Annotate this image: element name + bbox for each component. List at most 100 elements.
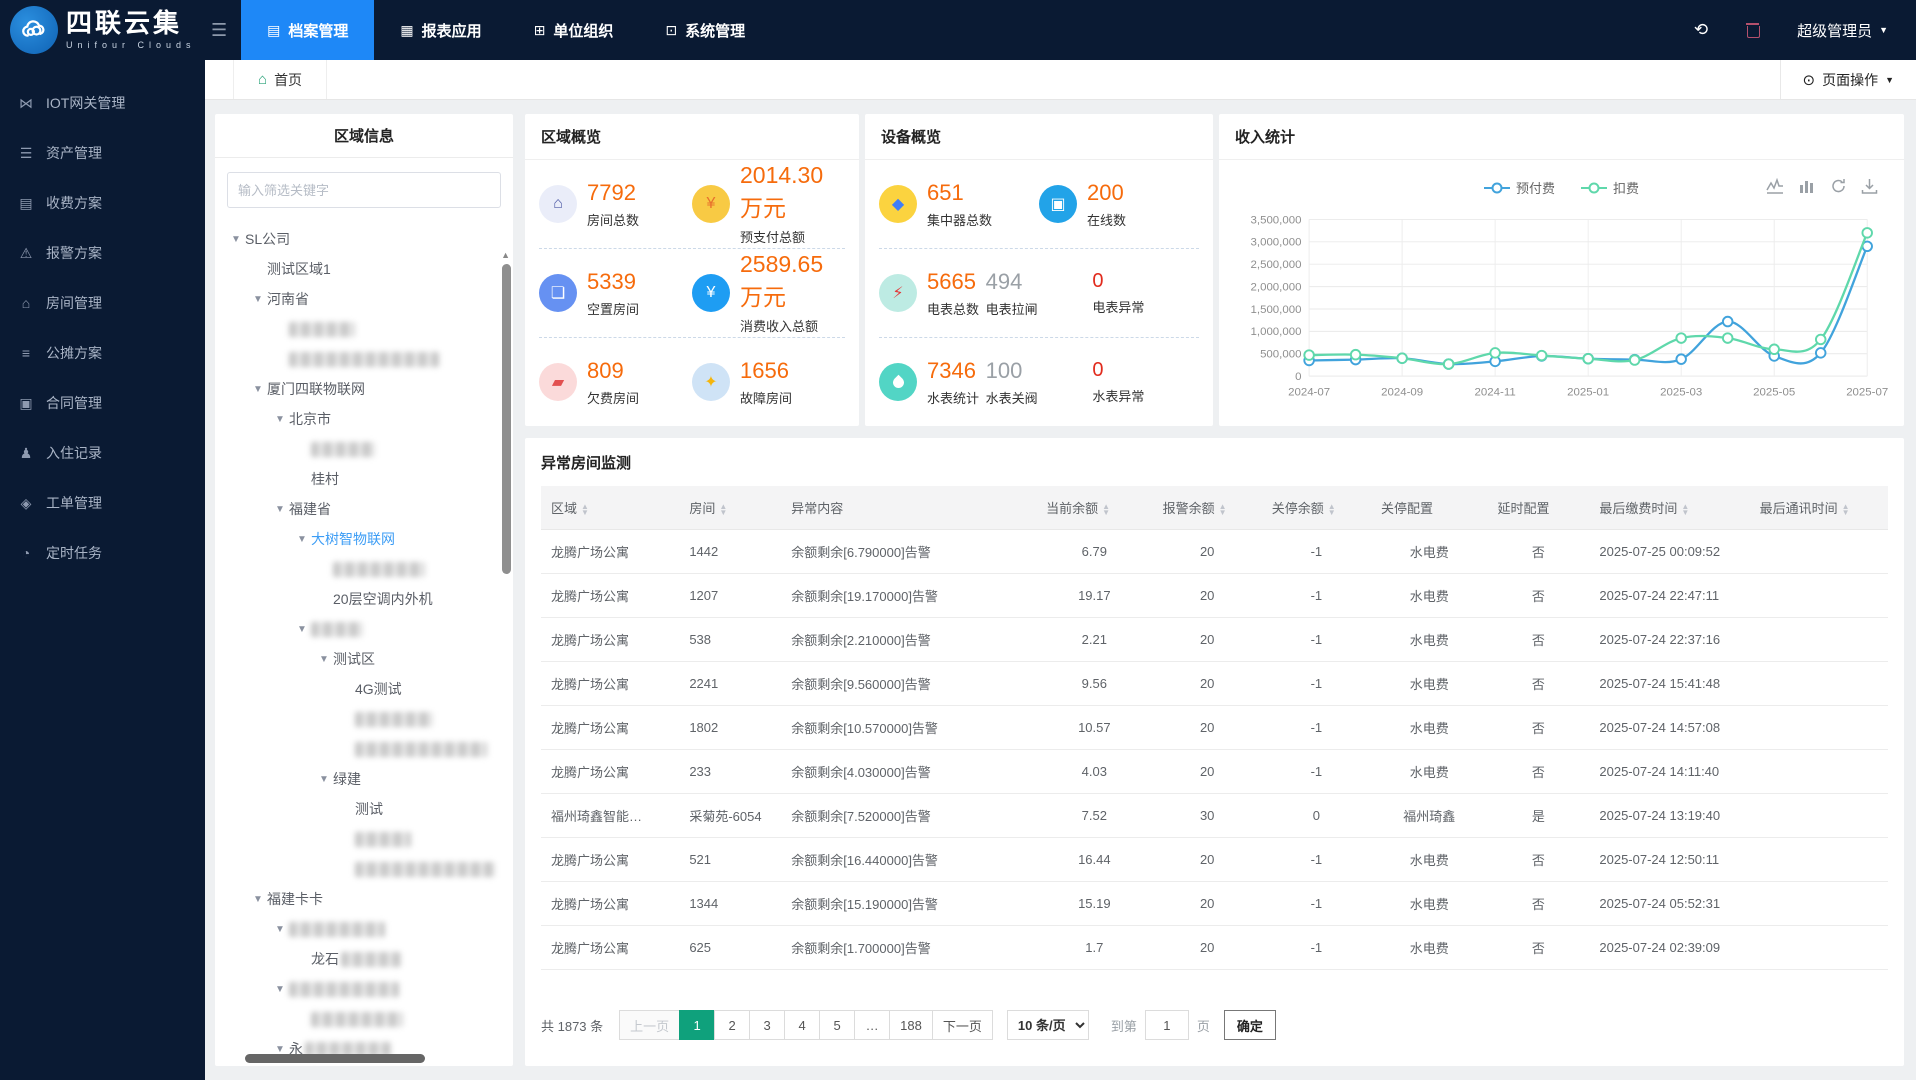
tree-node[interactable]: 测试 [219,794,513,824]
tree-node[interactable] [219,824,513,854]
sidebar-item-contract[interactable]: ▣ 合同管理 [0,378,205,428]
tree-node[interactable]: ▼ 福建省 [219,494,513,524]
nav-item-org[interactable]: ⊞ 单位组织 [508,0,640,60]
tree-node[interactable]: 测试区域1 [219,254,513,284]
tab-home[interactable]: ⌂ 首页 [233,60,328,99]
column-header-报警余额[interactable]: 报警余额 ▲ ▼ [1152,486,1262,530]
tree-expand-caret-icon[interactable]: ▼ [271,504,289,515]
tree-expand-caret-icon[interactable]: ▼ [271,1044,289,1055]
tree-node[interactable]: 桂村 [219,464,513,494]
chart-download-icon[interactable] [1861,178,1878,194]
tree-node[interactable] [219,1064,513,1066]
tree-node[interactable]: ▼ [219,614,513,644]
nav-item-archive[interactable]: ▤ 档案管理 [241,0,375,60]
page-size-select[interactable]: 10 条/页 [1006,1010,1089,1040]
page-button-5[interactable]: 5 [819,1010,856,1040]
tree-filter-input[interactable] [227,172,501,208]
tree-node[interactable]: ▼ 测试区 [219,644,513,674]
tree-node[interactable]: ▼ SL公司 [219,224,513,254]
tree-node[interactable]: ▼ 河南省 [219,284,513,314]
column-header-延时配置[interactable]: 延时配置 [1487,486,1590,530]
tree-expand-caret-icon[interactable]: ▼ [249,894,267,905]
tree-node[interactable]: ▼ 厦门四联物联网 [219,374,513,404]
sort-icon[interactable]: ▲ ▼ [1681,502,1689,516]
tree-node[interactable] [219,314,513,344]
column-header-异常内容[interactable]: 异常内容 [781,486,1037,530]
tree-node[interactable]: ▼ [219,914,513,944]
tree-node[interactable] [219,854,513,884]
column-header-关停配置[interactable]: 关停配置 [1370,486,1488,530]
vertical-scrollbar[interactable] [502,264,511,574]
sidebar-item-alarm[interactable]: ⚠ 报警方案 [0,228,205,278]
tree-expand-caret-icon[interactable]: ▼ [315,774,333,785]
tree-node[interactable] [219,1004,513,1034]
next-page-button[interactable]: 下一页 [931,1010,993,1040]
refresh-icon[interactable]: ⟲ [1694,20,1708,40]
tree-expand-caret-icon[interactable]: ▼ [315,654,333,665]
sidebar-item-share[interactable]: ≡ 公摊方案 [0,328,205,378]
page-button-3[interactable]: 3 [749,1010,786,1040]
page-actions-button[interactable]: ⊙ 页面操作 ▼ [1779,60,1916,99]
sort-icon[interactable]: ▲ ▼ [581,502,589,516]
tree-node[interactable]: 20层空调内外机 [219,584,513,614]
column-header-当前余额[interactable]: 当前余额 ▲ ▼ [1036,486,1153,530]
user-menu[interactable]: 超级管理员 ▼ [1797,20,1888,41]
sidebar-item-checkin[interactable]: ♟ 入住记录 [0,428,205,478]
tree-node[interactable] [219,734,513,764]
tree-node[interactable]: ▼ 福建卡卡 [219,884,513,914]
tree-expand-caret-icon[interactable]: ▼ [293,624,311,635]
legend-item-预付费[interactable]: 预付费 [1483,178,1555,197]
tree-node[interactable]: ▼ 北京市 [219,404,513,434]
collapse-sidebar-icon[interactable]: ☰ [211,20,227,41]
page-button-188[interactable]: 188 [889,1010,933,1040]
sidebar-item-iot-gateway[interactable]: ⋈ IOT网关管理 [0,78,205,128]
sidebar-item-fee[interactable]: ▤ 收费方案 [0,178,205,228]
column-header-关停余额[interactable]: 关停余额 ▲ ▼ [1261,486,1371,530]
tree-node[interactable]: ▼ 绿建 [219,764,513,794]
nav-item-report[interactable]: ▦ 报表应用 [374,0,507,60]
chart-refresh-icon[interactable] [1830,178,1847,194]
page-button-2[interactable]: 2 [714,1010,751,1040]
tree-expand-caret-icon[interactable]: ▼ [271,984,289,995]
tree-node[interactable] [219,434,513,464]
page-button-1[interactable]: 1 [679,1010,716,1040]
sort-icon[interactable]: ▲ ▼ [1842,502,1850,516]
tree-expand-caret-icon[interactable]: ▼ [271,924,289,935]
legend-item-扣费[interactable]: 扣费 [1581,178,1639,197]
tree-expand-caret-icon[interactable]: ▼ [249,294,267,305]
horizontal-scrollbar[interactable] [245,1054,425,1063]
column-header-区域[interactable]: 区域 ▲ ▼ [541,486,680,530]
page-button-4[interactable]: 4 [784,1010,821,1040]
bar-chart-toggle-icon[interactable] [1798,178,1816,194]
sidebar-item-asset[interactable]: ☰ 资产管理 [0,128,205,178]
sidebar-item-room[interactable]: ⌂ 房间管理 [0,278,205,328]
sort-icon[interactable]: ▲ ▼ [1102,502,1110,516]
tree-node[interactable] [219,554,513,584]
goto-page-input[interactable] [1144,1010,1189,1040]
tree-node[interactable] [219,704,513,734]
column-header-最后缴费时间[interactable]: 最后缴费时间 ▲ ▼ [1589,486,1750,530]
tree-expand-caret-icon[interactable]: ▼ [249,384,267,395]
tree-expand-caret-icon[interactable]: ▼ [271,414,289,425]
tree-node[interactable]: 4G测试 [219,674,513,704]
column-header-房间[interactable]: 房间 ▲ ▼ [679,486,782,530]
sidebar-item-timer[interactable]: ◔ 定时任务 [0,528,205,578]
goto-confirm-button[interactable]: 确定 [1223,1010,1276,1040]
trash-icon[interactable] [1746,23,1761,38]
tree-expand-caret-icon[interactable]: ▼ [293,534,311,545]
tree-node[interactable] [219,344,513,374]
scroll-up-arrow-icon[interactable]: ▲ [501,250,510,260]
sort-icon[interactable]: ▲ ▼ [1328,502,1336,516]
line-chart-toggle-icon[interactable] [1766,178,1784,194]
tree-expand-caret-icon[interactable]: ▼ [227,234,245,245]
sort-icon[interactable]: ▲ ▼ [1219,502,1227,516]
tree-node[interactable]: ▼ 大树智物联网 [219,524,513,554]
tree-node[interactable]: 龙石 [219,944,513,974]
sort-icon[interactable]: ▲ ▼ [719,502,727,516]
tree-node[interactable]: ▼ [219,974,513,1004]
column-header-最后通讯时间[interactable]: 最后通讯时间 ▲ ▼ [1749,486,1888,530]
nav-item-system[interactable]: ⊡ 系统管理 [639,0,771,60]
sidebar-item-workorder[interactable]: ◈ 工单管理 [0,478,205,528]
prev-page-button[interactable]: 上一页 [619,1010,681,1040]
page-ellipsis[interactable]: … [854,1010,891,1040]
